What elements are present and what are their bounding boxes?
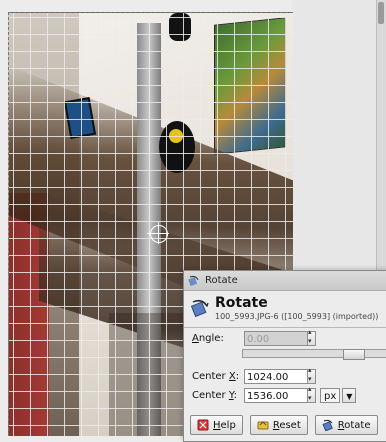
- help-icon: [197, 419, 209, 431]
- center-x-label: Center X:: [192, 371, 240, 382]
- dialog-window-title: Rotate: [205, 275, 238, 286]
- center-x-row: Center X: 1024.00: [192, 366, 316, 384]
- angle-label: Angle:: [192, 333, 224, 344]
- scrollbar-thumb[interactable]: [378, 2, 384, 24]
- center-y-input[interactable]: 1536.00: [244, 388, 308, 403]
- center-x-spinner[interactable]: [308, 366, 316, 384]
- rotate-dialog: Rotate Rotate 100_5993.JPG-6 ([100_5993]…: [183, 270, 386, 442]
- center-y-row: Center Y: 1536.00 px ▼: [192, 385, 357, 403]
- reset-button[interactable]: Reset: [249, 415, 308, 435]
- rotate-button[interactable]: Rotate: [314, 415, 378, 435]
- reset-icon: [257, 419, 269, 431]
- rotate-button-label: Rotate: [337, 419, 371, 431]
- angle-slider-thumb[interactable]: [343, 349, 365, 360]
- chevron-down-icon[interactable]: ▼: [342, 388, 357, 403]
- center-y-spinner[interactable]: [308, 385, 316, 403]
- dialog-titlebar[interactable]: Rotate: [184, 271, 386, 291]
- angle-slider[interactable]: [242, 349, 386, 360]
- angle-row: Angle: 0.00: [192, 328, 316, 346]
- rotate-tool-icon: [188, 275, 200, 287]
- rotate-tool-icon: [322, 419, 334, 432]
- dialog-header-title: Rotate: [215, 295, 268, 311]
- help-button[interactable]: Help: [190, 415, 243, 435]
- dialog-header: Rotate 100_5993.JPG-6 ([100_5993] (impor…: [184, 291, 386, 321]
- rotate-tool-icon: [190, 298, 210, 318]
- dialog-header-subtitle: 100_5993.JPG-6 ([100_5993] (imported)): [215, 312, 379, 321]
- header-separator: [184, 327, 386, 328]
- rotation-center-handle[interactable]: [147, 222, 169, 244]
- center-x-input[interactable]: 1024.00: [244, 369, 308, 384]
- dialog-button-row: Help Reset Rotate: [190, 415, 385, 435]
- angle-input[interactable]: 0.00: [244, 331, 308, 346]
- center-y-label: Center Y:: [192, 390, 237, 401]
- angle-spinner[interactable]: [308, 328, 316, 346]
- unit-select[interactable]: px: [320, 388, 341, 403]
- reset-button-label: Reset: [272, 419, 301, 431]
- help-button-label: Help: [213, 419, 236, 431]
